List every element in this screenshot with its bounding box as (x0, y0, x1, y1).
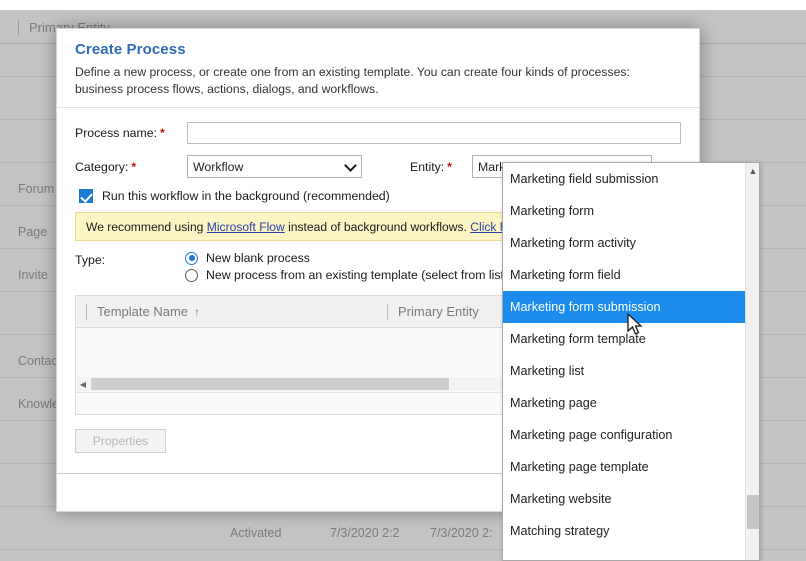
dropdown-item[interactable]: Marketing website (503, 483, 747, 515)
scroll-left-icon[interactable]: ◀ (76, 380, 90, 389)
run-in-background-label: Run this workflow in the background (rec… (102, 189, 390, 203)
row-name-cell: Forum (18, 182, 55, 196)
dropdown-scrollbar[interactable]: ▲ (745, 163, 759, 560)
dropdown-item[interactable]: Marketing page template (503, 451, 747, 483)
page-title: Create Process (75, 41, 186, 58)
dropdown-item[interactable]: Marketing form field (503, 259, 747, 291)
column-header-template-name-label: Template Name (97, 304, 189, 319)
dropdown-item-label: Marketing website (510, 492, 612, 506)
entity-label: Entity: * (410, 160, 472, 174)
scroll-up-icon[interactable]: ▲ (748, 166, 758, 176)
dropdown-item[interactable]: Marketing page configuration (503, 419, 747, 451)
type-option-template[interactable]: New process from an existing template (s… (185, 268, 511, 282)
row-name-cell: Invite (18, 268, 48, 282)
dropdown-item[interactable]: Marketing form activity (503, 227, 747, 259)
process-name-input[interactable] (187, 122, 681, 144)
radio-icon[interactable] (185, 268, 198, 282)
dropdown-item-label: Marketing field submission (510, 172, 659, 186)
microsoft-flow-link[interactable]: Microsoft Flow (207, 220, 285, 234)
column-divider (387, 303, 388, 320)
required-marker: * (160, 126, 165, 140)
entity-dropdown-list[interactable]: Marketing field submission Marketing form… (502, 162, 760, 561)
dialog-header: Create Process Define a new process, or … (57, 29, 699, 108)
category-select-wrap: Workflow (187, 155, 362, 178)
row-date2-cell: 7/3/2020 2: (430, 526, 493, 540)
entity-label-text: Entity: (410, 159, 445, 174)
dropdown-item-label: Marketing form field (510, 268, 621, 282)
column-header-primary-entity[interactable]: Primary Entity (398, 304, 479, 319)
entity-dropdown-items: Marketing field submission Marketing form… (503, 163, 747, 547)
dropdown-item[interactable]: Matching strategy (503, 515, 747, 547)
type-option-blank[interactable]: New blank process (185, 251, 511, 265)
dropdown-item[interactable]: Marketing form (503, 195, 747, 227)
row-status-cell: Activated (230, 526, 282, 540)
dropdown-item-label: Marketing form template (510, 332, 646, 346)
dropdown-item-label: Marketing page (510, 396, 597, 410)
dropdown-item-label: Marketing form submission (510, 300, 661, 314)
sort-ascending-icon: ↑ (194, 305, 201, 319)
required-marker: * (447, 159, 452, 174)
process-name-row: Process name: * (75, 122, 681, 144)
scrollbar-thumb[interactable] (747, 495, 759, 529)
dropdown-item-label: Matching strategy (510, 524, 610, 538)
type-option-template-label: New process from an existing template (s… (206, 268, 512, 282)
category-select[interactable]: Workflow (187, 155, 362, 178)
dropdown-item-label: Marketing page configuration (510, 428, 673, 442)
notice-text-1: We recommend using (86, 220, 207, 234)
dropdown-item[interactable]: Marketing list (503, 355, 747, 387)
dropdown-item-label: Marketing list (510, 364, 585, 378)
dropdown-item[interactable]: Marketing field submission (503, 163, 747, 195)
dropdown-item-label: Marketing form (510, 204, 594, 218)
top-white-strip (0, 0, 806, 10)
column-divider (86, 303, 87, 320)
notice-text-2: instead of background workflows. (284, 220, 471, 234)
column-header-template-name[interactable]: Template Name ↑ (97, 304, 377, 319)
category-label-text: Category: (75, 159, 129, 174)
dialog-description: Define a new process, or create one from… (75, 65, 630, 96)
checkbox-icon[interactable] (79, 189, 93, 203)
radio-icon-selected[interactable] (185, 251, 198, 265)
category-label: Category: * (75, 160, 187, 174)
type-options: New blank process New process from an ex… (185, 251, 511, 285)
process-name-label-text: Process name: (75, 126, 158, 140)
row-name-cell: Page (18, 225, 48, 239)
type-label: Type: (75, 253, 106, 267)
dropdown-item-label: Marketing form activity (510, 236, 636, 250)
column-divider (18, 19, 19, 35)
type-option-blank-label: New blank process (206, 251, 310, 265)
hscrollbar-thumb[interactable] (91, 378, 449, 390)
row-name-cell: Contact (18, 354, 62, 368)
row-date1-cell: 7/3/2020 2:2 (330, 526, 400, 540)
dropdown-item[interactable]: Marketing form submission (503, 291, 747, 323)
dropdown-item[interactable]: Marketing page (503, 387, 747, 419)
dropdown-item[interactable]: Marketing form template (503, 323, 747, 355)
process-name-label: Process name: * (75, 126, 187, 140)
required-marker: * (131, 159, 137, 174)
dropdown-item-label: Marketing page template (510, 460, 649, 474)
mouse-cursor-icon (627, 313, 643, 335)
properties-button[interactable]: Properties (75, 429, 166, 453)
